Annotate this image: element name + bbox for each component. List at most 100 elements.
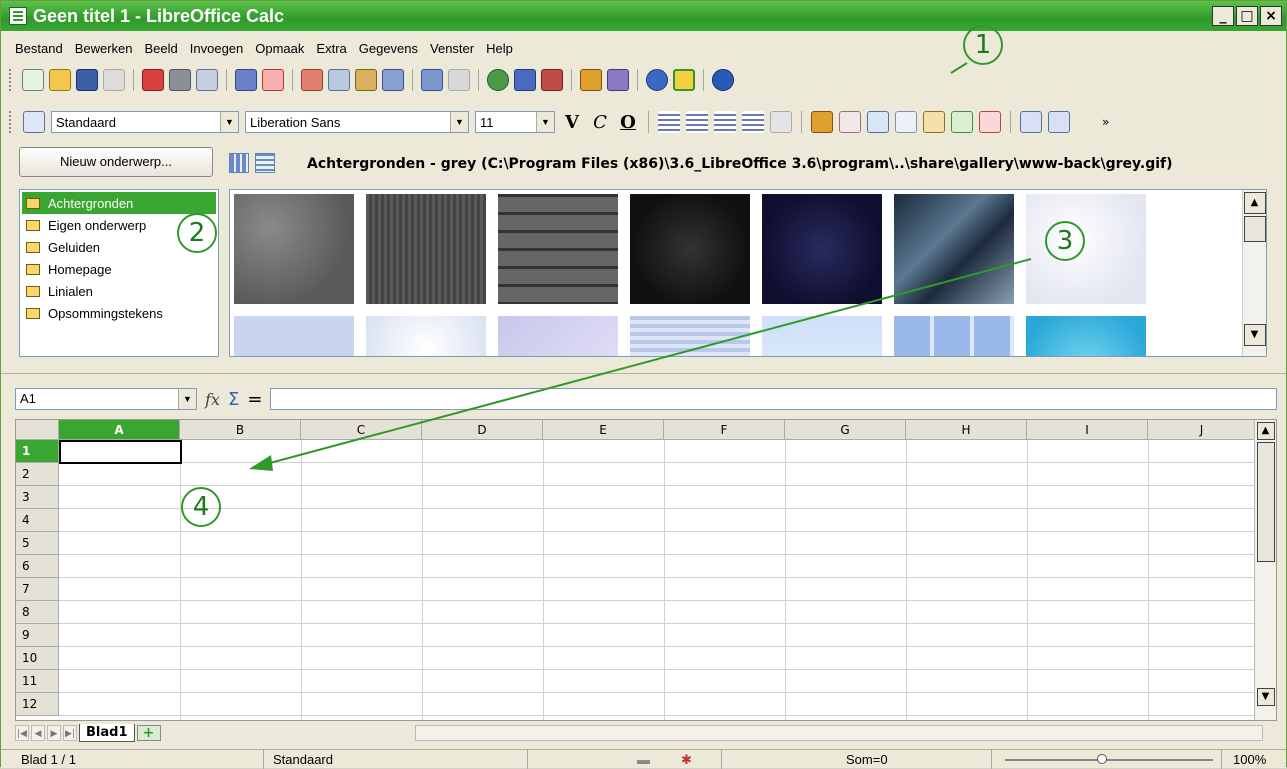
menu-bestand[interactable]: Bestand <box>15 41 63 56</box>
selection-mode-icon[interactable]: ▬ <box>637 752 650 767</box>
row-header-9[interactable]: 9 <box>16 624 59 647</box>
export-pdf-icon[interactable] <box>142 69 164 91</box>
scroll-down-icon[interactable]: ▼ <box>1243 324 1266 346</box>
row-header-1[interactable]: 1 <box>16 440 59 463</box>
close-button[interactable]: × <box>1260 6 1282 26</box>
function-icon[interactable]: = <box>247 389 262 410</box>
thumbnail-marble[interactable] <box>894 194 1014 304</box>
horizontal-scrollbar[interactable] <box>415 725 1263 741</box>
column-header-b[interactable]: B <box>180 420 301 440</box>
detail-view-icon[interactable] <box>255 153 275 173</box>
currency-icon[interactable] <box>811 111 833 133</box>
last-sheet-icon[interactable]: ▶| <box>63 725 77 741</box>
percent-icon[interactable] <box>839 111 861 133</box>
select-all-corner[interactable] <box>16 420 59 440</box>
add-decimal-icon[interactable] <box>951 111 973 133</box>
bold-button[interactable]: V <box>561 112 583 133</box>
scroll-up-icon[interactable]: ▲ <box>1256 422 1275 440</box>
scroll-thumb[interactable] <box>1243 216 1266 242</box>
thumbnail-lavender[interactable] <box>498 316 618 356</box>
thumbnail-light-blue[interactable] <box>234 316 354 356</box>
next-sheet-icon[interactable]: ▶ <box>47 725 61 741</box>
row-header-12[interactable]: 12 <box>16 693 59 716</box>
font-name-select[interactable]: Liberation Sans ▼ <box>245 111 469 133</box>
column-header-c[interactable]: C <box>301 420 422 440</box>
justify-icon[interactable] <box>742 111 764 133</box>
underline-button[interactable]: O <box>617 112 639 133</box>
column-header-g[interactable]: G <box>785 420 906 440</box>
chevron-down-icon[interactable]: ▼ <box>450 112 468 132</box>
row-header-3[interactable]: 3 <box>16 486 59 509</box>
zoom-slider[interactable] <box>1005 759 1213 761</box>
new-document-icon[interactable] <box>22 69 44 91</box>
italic-button[interactable]: C <box>589 112 611 133</box>
edit-file-icon[interactable] <box>103 69 125 91</box>
row-header-4[interactable]: 4 <box>16 509 59 532</box>
row-header-11[interactable]: 11 <box>16 670 59 693</box>
sort-ascending-icon[interactable] <box>514 69 536 91</box>
row-header-7[interactable]: 7 <box>16 578 59 601</box>
chart-icon[interactable] <box>580 69 602 91</box>
thumbnail-sky[interactable] <box>762 316 882 356</box>
page-style-indicator[interactable]: Standaard <box>273 752 333 767</box>
column-header-f[interactable]: F <box>664 420 785 440</box>
row-header-10[interactable]: 10 <box>16 647 59 670</box>
clone-formatting-icon[interactable] <box>382 69 404 91</box>
undo-icon[interactable] <box>421 69 443 91</box>
scientific-format-icon[interactable] <box>895 111 917 133</box>
column-header-i[interactable]: I <box>1027 420 1148 440</box>
increase-indent-icon[interactable] <box>1048 111 1070 133</box>
menu-invoegen[interactable]: Invoegen <box>190 41 244 56</box>
thumbnail-dots[interactable] <box>366 316 486 356</box>
thumbnail-navy[interactable] <box>762 194 882 304</box>
menu-gegevens[interactable]: Gegevens <box>359 41 418 56</box>
thumbnail-black[interactable] <box>630 194 750 304</box>
chevron-down-icon[interactable]: ▼ <box>220 112 238 132</box>
minimize-button[interactable]: _ <box>1212 6 1234 26</box>
title-bar[interactable]: Geen titel 1 - LibreOffice Calc _ □ × <box>1 1 1286 31</box>
styles-icon[interactable] <box>23 111 45 133</box>
previous-sheet-icon[interactable]: ◀ <box>31 725 45 741</box>
open-folder-icon[interactable] <box>49 69 71 91</box>
menu-help[interactable]: Help <box>486 41 513 56</box>
navigator-icon[interactable] <box>646 69 668 91</box>
thumbnail-waves[interactable] <box>630 316 750 356</box>
cut-icon[interactable] <box>301 69 323 91</box>
column-header-e[interactable]: E <box>543 420 664 440</box>
row-header-2[interactable]: 2 <box>16 463 59 486</box>
vertical-scrollbar[interactable]: ▲ ▼ <box>1254 420 1276 720</box>
spellcheck-icon[interactable] <box>235 69 257 91</box>
column-header-j[interactable]: J <box>1148 420 1256 440</box>
scroll-down-icon[interactable]: ▼ <box>1256 688 1275 706</box>
zoom-slider-handle[interactable] <box>1097 754 1107 764</box>
column-header-d[interactable]: D <box>422 420 543 440</box>
toolbar-grip[interactable] <box>9 69 13 91</box>
thumbnail-brick[interactable] <box>498 194 618 304</box>
thumbnail-water[interactable] <box>1026 316 1146 356</box>
new-topic-button[interactable]: Nieuw onderwerp... <box>19 147 213 177</box>
topic-opsommingstekens[interactable]: Opsommingstekens <box>22 302 216 324</box>
row-header-8[interactable]: 8 <box>16 601 59 624</box>
sheet-tab-blad1[interactable]: Blad1 <box>79 724 135 742</box>
toolbar-overflow-button[interactable]: » <box>1102 115 1109 129</box>
style-select[interactable]: Standaard ▼ <box>51 111 239 133</box>
menu-venster[interactable]: Venster <box>430 41 474 56</box>
standard-format-icon[interactable] <box>923 111 945 133</box>
row-header-5[interactable]: 5 <box>16 532 59 555</box>
sum-icon[interactable]: Σ <box>228 389 239 410</box>
merge-cells-icon[interactable] <box>770 111 792 133</box>
menu-beeld[interactable]: Beeld <box>145 41 178 56</box>
function-wizard-icon[interactable]: fx <box>205 390 220 409</box>
thumbnail-snow[interactable] <box>1026 194 1146 304</box>
decrease-indent-icon[interactable] <box>1020 111 1042 133</box>
column-header-a[interactable]: A <box>59 420 180 440</box>
delete-decimal-icon[interactable] <box>979 111 1001 133</box>
active-cell-a1[interactable] <box>59 440 182 464</box>
name-box[interactable]: A1 ▼ <box>15 388 197 410</box>
scroll-thumb[interactable] <box>1256 442 1275 562</box>
align-center-icon[interactable] <box>686 111 708 133</box>
topic-achtergronden[interactable]: Achtergronden <box>22 192 216 214</box>
thumbnail-grey[interactable] <box>234 194 354 304</box>
thumbnail-dark-grey[interactable] <box>366 194 486 304</box>
font-size-select[interactable]: 11 ▼ <box>475 111 555 133</box>
